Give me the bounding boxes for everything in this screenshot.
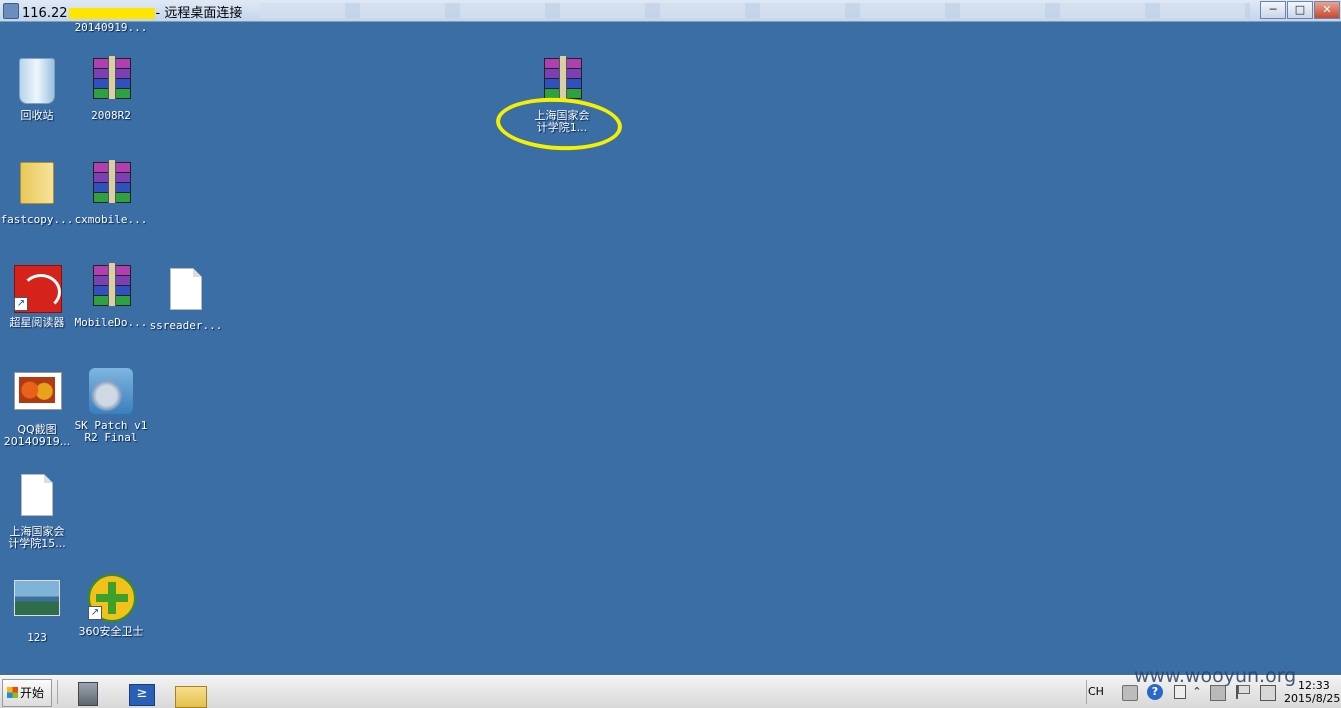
keyboard-icon[interactable]: [1122, 685, 1138, 701]
desktop-icon-label: SK Patch v1 R2 Final: [74, 419, 148, 444]
yellow-highlight-ellipse: [494, 94, 624, 154]
desktop-icon-label: MobileDo...: [74, 316, 148, 329]
desktop-icon-label: 回收站: [20, 109, 54, 122]
desktop-icon-2008r2[interactable]: 2008R2: [74, 56, 148, 122]
clock-date: 2015/8/25: [1284, 692, 1341, 705]
desktop-icon-mobiledo[interactable]: MobileDo...: [74, 263, 148, 329]
language-indicator[interactable]: CH: [1088, 685, 1104, 698]
explorer-folder-icon: [175, 686, 207, 708]
desktop-icon-360-security[interactable]: ↗ 360安全卫士: [74, 574, 148, 638]
desktop-icon-label: 123: [27, 631, 47, 644]
shortcut-arrow-icon: ↗: [14, 297, 28, 311]
qq-screenshot-icon: [14, 372, 62, 410]
desktop-icon-fastcopy[interactable]: fastcopy...: [0, 162, 74, 226]
start-button[interactable]: 开始: [2, 679, 52, 707]
landscape-image-icon: [14, 580, 60, 616]
server-manager-icon: [78, 682, 98, 706]
desktop-icon-label: cxmobile...: [74, 213, 148, 226]
desktop-icon-qq-screenshot-top[interactable]: 20140919...: [74, 0, 148, 34]
desktop-icon-label: fastcopy...: [0, 213, 74, 226]
desktop-icon-superstar-reader[interactable]: ↗ 超星阅读器: [0, 265, 74, 329]
qq-screenshot-icon: [88, 0, 134, 16]
close-button[interactable]: ✕: [1314, 1, 1340, 19]
desktop-icon-ssreader[interactable]: ssreader...: [149, 265, 223, 332]
desktop-icon-123[interactable]: 123: [0, 574, 74, 644]
sk-patch-icon: [89, 368, 133, 414]
window-title-ip: 116.22: [22, 6, 68, 21]
volume-muted-icon[interactable]: [1210, 685, 1226, 701]
minimize-button[interactable]: ─: [1260, 1, 1286, 19]
blank-file-icon: [170, 268, 202, 310]
blank-file-icon: [21, 474, 53, 516]
rar-archive-icon: [91, 56, 131, 99]
powershell-icon: ≥: [129, 684, 155, 706]
desktop-icon-recycle-bin[interactable]: 回收站: [0, 58, 74, 122]
taskbar-explorer[interactable]: [170, 678, 210, 708]
remote-desktop-app-icon: [3, 3, 19, 19]
network-icon[interactable]: [1260, 685, 1276, 701]
desktop-icon-label: 360安全卫士: [78, 625, 144, 638]
input-options-icon[interactable]: [1174, 685, 1186, 699]
remote-desktop-titlebar: 116.22 - 远程桌面连接 ─ □ ✕: [0, 0, 1341, 22]
desktop-icon-label: 超星阅读器: [9, 316, 65, 329]
action-center-flag-icon[interactable]: [1236, 685, 1250, 699]
windows-flag-icon: [7, 687, 18, 698]
background-window-tabs: [260, 3, 1250, 18]
desktop-icon-label: QQ截图 20140919...: [3, 423, 71, 448]
taskbar-separator: [57, 680, 58, 704]
desktop-icon-qq-screenshot[interactable]: QQ截图 20140919...: [0, 368, 74, 448]
desktop-icon-label: 上海国家会 计学院15...: [8, 525, 66, 550]
maximize-button[interactable]: □: [1287, 1, 1313, 19]
desktop-icon-sk-patch[interactable]: SK Patch v1 R2 Final: [74, 368, 148, 444]
shortcut-arrow-icon: ↗: [88, 606, 102, 620]
window-title-text: - 远程桌面连接: [155, 6, 243, 21]
watermark-text: www.wooyun.org: [1134, 665, 1297, 687]
tray-separator: [1086, 680, 1087, 704]
recycle-bin-icon: [19, 58, 55, 104]
desktop-icon-label: ssreader...: [149, 319, 223, 332]
rar-archive-icon: [91, 160, 131, 203]
rar-archive-icon: [542, 56, 582, 99]
taskbar-powershell[interactable]: ≥: [122, 678, 162, 706]
show-hidden-icons-icon[interactable]: ⌃: [1192, 685, 1202, 699]
desktop-icon-label: 2008R2: [91, 109, 131, 122]
desktop-icon-label: 20140919...: [74, 21, 148, 34]
folder-icon: [20, 162, 54, 204]
desktop-icon-cxmobile[interactable]: cxmobile...: [74, 160, 148, 226]
rar-archive-icon: [91, 263, 131, 306]
taskbar-server-manager[interactable]: [66, 678, 106, 706]
desktop-icon-shanghai-file[interactable]: 上海国家会 计学院15...: [0, 471, 74, 550]
start-label: 开始: [20, 686, 45, 700]
